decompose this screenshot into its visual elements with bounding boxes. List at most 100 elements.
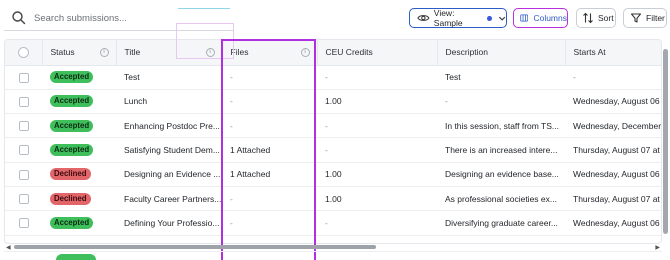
table-row[interactable]: Accepted Enhancing Postdoc Pre... - - In thi… (5, 113, 661, 139)
search-icon (12, 11, 26, 25)
sort-button[interactable]: Sort (576, 8, 616, 28)
status-badge: Accepted (50, 144, 94, 157)
toolbar: View: Sample Columns Sort Filter (0, 0, 670, 36)
select-all-checkbox[interactable] (17, 46, 29, 58)
table-header-row: Status i Title i Files i CEU Credits Descri… (5, 40, 661, 66)
horizontal-scroll-thumb[interactable] (14, 245, 376, 249)
starts-at-cell: Wednesday, December 3 (565, 113, 661, 139)
row-select-cell[interactable] (5, 186, 42, 212)
vertical-scroll-thumb[interactable] (663, 49, 668, 234)
description-text: Diversifying graduate career... (445, 217, 558, 228)
title-text: Satisfying Student Dem... (124, 145, 220, 156)
ceu-credits-cell: - (317, 137, 437, 163)
description-cell: Designing an evidence base... (437, 162, 565, 187)
files-text: - (230, 120, 233, 131)
info-icon[interactable]: i (99, 48, 109, 57)
filter-button[interactable]: Filter (623, 8, 667, 28)
status-badge-peek (56, 254, 96, 260)
ceu-credits-cell: 1.00 (317, 162, 437, 187)
view-label: View: Sample (433, 8, 463, 28)
column-header-description[interactable]: Description (437, 40, 566, 66)
starts-at-cell: Thursday, August 07 at 1 (565, 137, 661, 163)
starts-at-text: - (573, 72, 576, 83)
row-select-cell[interactable] (5, 65, 42, 90)
row-select-cell[interactable] (5, 137, 42, 163)
files-text: 1 Attached (230, 169, 271, 180)
ceu-credits-cell: - (317, 210, 437, 236)
table-row[interactable]: Accepted Test - - Test - (5, 65, 661, 90)
select-all-cell[interactable] (5, 40, 43, 66)
files-text: 1 Attached (230, 145, 271, 156)
files-cell: 1 Attached (222, 137, 317, 163)
row-checkbox[interactable] (18, 194, 29, 204)
info-icon[interactable]: i (205, 48, 215, 57)
search-input[interactable] (34, 12, 224, 24)
starts-at-text: Wednesday, August 06 a (573, 217, 662, 228)
row-select-cell[interactable] (5, 210, 42, 236)
table-row[interactable]: Declined Designing an Evidence ... 1 Attac… (5, 162, 662, 187)
title-text: Test (124, 72, 140, 83)
table-row[interactable]: Accepted Lunch - 1.00 - Wednesday, August 06 … (5, 89, 662, 115)
starts-at-text: Wednesday, August 06 a (573, 96, 662, 107)
starts-at-text: Wednesday, August 06 a (573, 169, 662, 180)
starts-at-text: Thursday, August 07 at 1 (573, 193, 662, 204)
description-cell: There is an increased intere... (437, 137, 565, 163)
row-checkbox[interactable] (18, 169, 29, 180)
ceu-credits-text: - (325, 217, 328, 228)
row-select-cell[interactable] (5, 89, 42, 115)
description-text: - (445, 96, 448, 107)
status-cell: Accepted (42, 113, 116, 139)
search-box[interactable] (4, 6, 234, 30)
view-selector-button[interactable]: View: Sample (409, 8, 507, 28)
ceu-credits-text: - (325, 72, 328, 83)
status-badge: Accepted (50, 71, 94, 84)
column-header-status[interactable]: Status i (42, 40, 117, 66)
files-cell: - (222, 89, 317, 115)
description-text: Test (445, 72, 461, 83)
column-header-starts-at[interactable]: Starts At (565, 40, 661, 66)
chevron-down-icon (498, 16, 506, 21)
submissions-table: Status i Title i Files i CEU Credits Descri… (4, 39, 662, 244)
ceu-credits-cell: - (317, 65, 437, 90)
sort-icon (583, 12, 593, 24)
row-checkbox[interactable] (18, 145, 29, 156)
description-text: Designing an evidence base... (445, 169, 559, 180)
starts-at-cell: Wednesday, August 06 a (565, 89, 662, 115)
table-row[interactable]: Accepted Satisfying Student Dem... 1 Attac… (5, 137, 661, 163)
column-header-files[interactable]: Files i (222, 40, 318, 66)
ceu-credits-text: 1.00 (325, 169, 342, 180)
title-cell: Enhancing Postdoc Pre... (116, 113, 222, 139)
table-row[interactable]: Declined Faculty Career Partners... - 1.00 A… (5, 186, 662, 212)
files-cell: - (222, 113, 317, 139)
table-row[interactable]: Accepted Defining Your Professio... - - Dive… (5, 210, 662, 236)
ceu-credits-text: - (325, 120, 328, 131)
files-text: - (230, 72, 233, 83)
column-header-title[interactable]: Title i (116, 40, 223, 66)
title-cell: Test (116, 65, 222, 90)
row-select-cell[interactable] (5, 162, 42, 187)
horizontal-scrollbar[interactable]: ◀ ▶ (4, 244, 662, 251)
status-badge: Declined (50, 192, 91, 205)
description-cell: In this session, staff from TS... (437, 113, 565, 139)
title-cell: Designing an Evidence ... (116, 162, 222, 187)
row-checkbox[interactable] (18, 96, 29, 107)
row-checkbox[interactable] (18, 72, 29, 83)
status-cell: Declined (42, 162, 116, 187)
starts-at-cell: Wednesday, August 06 a (565, 162, 662, 187)
scroll-right-arrow-icon[interactable]: ▶ (655, 244, 660, 251)
title-cell: Defining Your Professio... (116, 210, 222, 236)
status-badge: Accepted (50, 216, 94, 229)
view-modified-dot (487, 15, 492, 21)
row-checkbox[interactable] (18, 121, 29, 132)
scroll-left-arrow-icon[interactable]: ◀ (6, 244, 11, 251)
files-text: - (230, 193, 233, 204)
search-underline (4, 30, 234, 31)
column-header-ceu-credits[interactable]: CEU Credits (317, 40, 438, 66)
row-select-cell[interactable] (5, 113, 42, 139)
ceu-credits-text: - (325, 145, 328, 156)
filter-label: Filter (646, 13, 665, 23)
vertical-scrollbar[interactable] (662, 39, 669, 244)
info-icon[interactable]: i (300, 48, 310, 57)
columns-button[interactable]: Columns (513, 8, 568, 28)
row-checkbox[interactable] (18, 218, 29, 229)
